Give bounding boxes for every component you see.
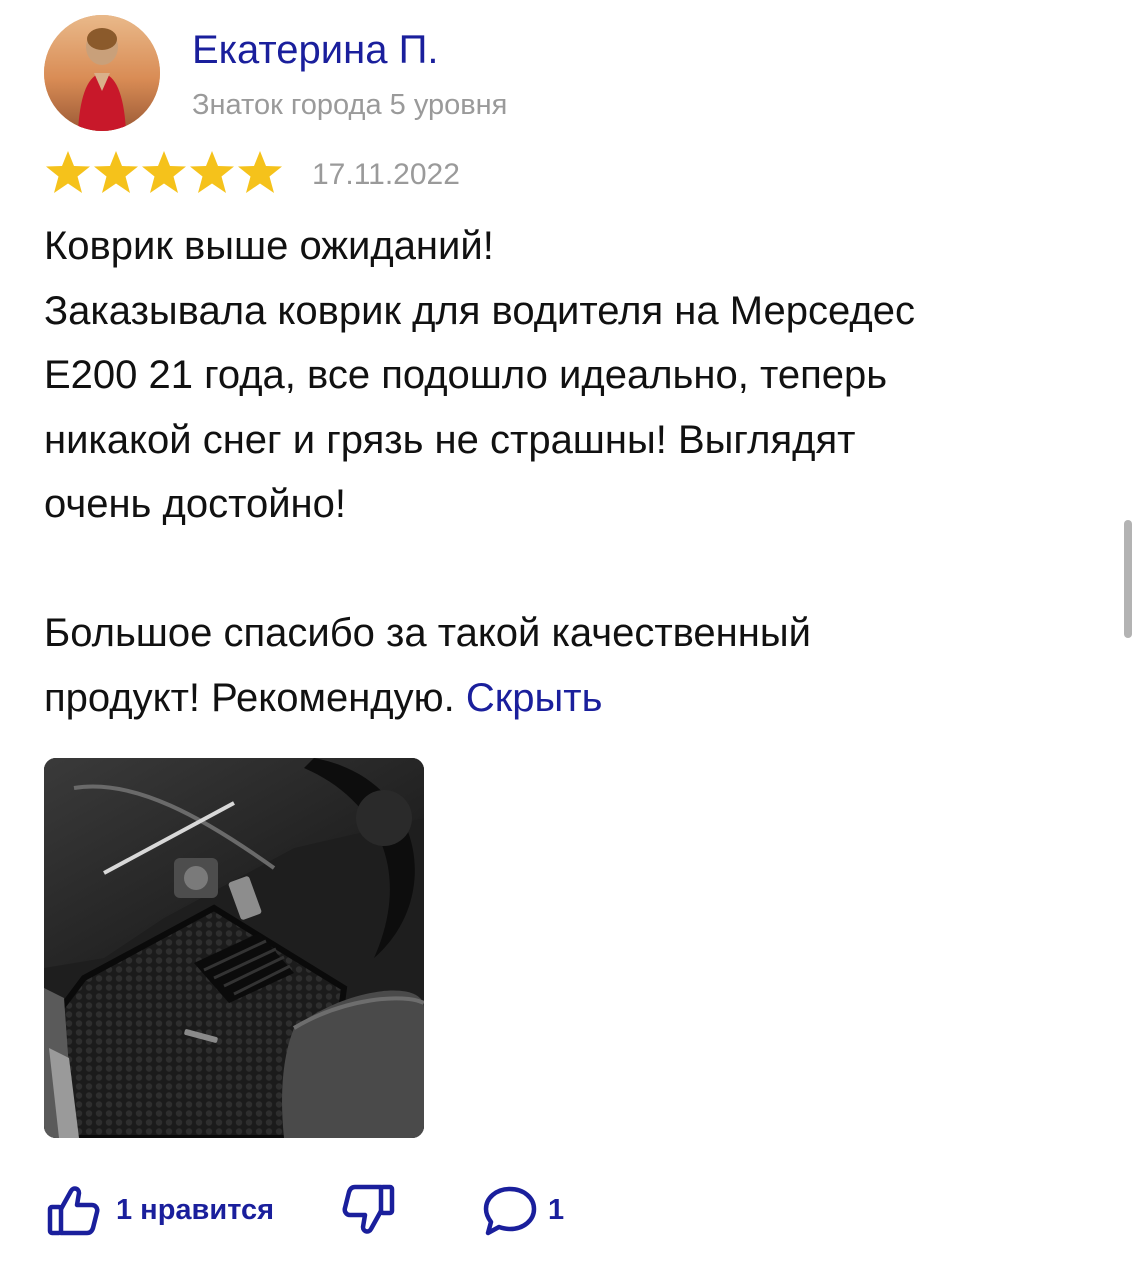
- star-icon: [190, 151, 234, 193]
- thumbs-down-icon: [342, 1184, 395, 1234]
- review-text-line: Заказывала коврик для водителя на Мерсед…: [44, 288, 915, 333]
- comment-button[interactable]: 1: [480, 1180, 564, 1240]
- star-icon: [46, 151, 90, 193]
- author-avatar[interactable]: [44, 15, 160, 131]
- hide-text-link[interactable]: Скрыть: [466, 676, 603, 720]
- like-count-label: 1 нравится: [116, 1193, 275, 1226]
- comment-count: 1: [548, 1193, 565, 1226]
- review-photo[interactable]: [44, 758, 424, 1138]
- author-level: Знаток города 5 уровня: [192, 89, 508, 121]
- star-rating: [44, 150, 284, 194]
- comment-bubble-icon: [483, 1186, 537, 1236]
- star-icon: [94, 151, 138, 193]
- star-icon: [142, 151, 186, 193]
- review-text-line: E200 21 года, все подошло идеально, тепе…: [44, 353, 888, 397]
- scrollbar[interactable]: [1124, 520, 1132, 638]
- dislike-button[interactable]: [340, 1180, 398, 1240]
- review-text-line: никакой снег и грязь не страшны! Выглядя…: [44, 417, 856, 462]
- thumbs-up-icon: [47, 1186, 100, 1236]
- like-button[interactable]: 1 нравится: [44, 1180, 274, 1240]
- review-text-line: продукт! Рекомендую. Скрыть: [44, 666, 1104, 731]
- review-text-line: Большое спасибо за такой качественный: [44, 611, 811, 655]
- avatar-photo: [44, 15, 160, 131]
- review-actions: 1 нравится 1: [44, 1180, 744, 1240]
- review-text-fragment: продукт! Рекомендую.: [44, 675, 455, 720]
- review-date: 17.11.2022: [312, 158, 460, 191]
- car-floor-mat-photo: [44, 758, 424, 1138]
- review-text-line: Коврик выше ожиданий!: [44, 224, 494, 268]
- star-icon: [238, 151, 282, 193]
- review-text: Коврик выше ожиданий! Заказывала коврик …: [44, 214, 1104, 730]
- author-name[interactable]: Екатерина П.: [192, 26, 438, 74]
- review-text-line: очень достойно!: [44, 482, 346, 526]
